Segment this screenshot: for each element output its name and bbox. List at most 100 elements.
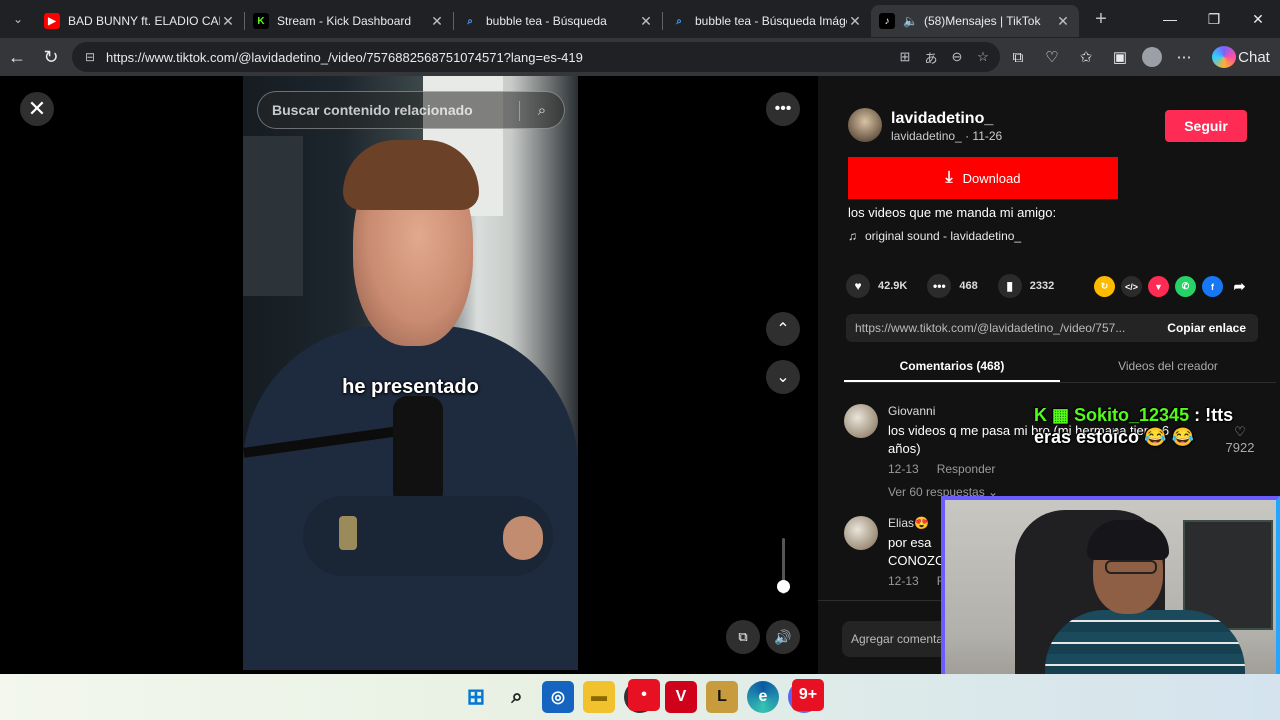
floating-player-button[interactable]: ⧉: [726, 620, 760, 654]
windows-taskbar: ⊞ ⌕ ◎ ▬ ●• V L e ◉9+: [0, 674, 1280, 720]
commenter-name[interactable]: Elias😍: [888, 516, 929, 530]
favorites-icon[interactable]: ✩: [1074, 46, 1098, 68]
tab-bing-search[interactable]: ⌕ bubble tea - Búsqueda ✕: [454, 5, 662, 37]
minimize-icon[interactable]: —: [1148, 0, 1192, 38]
favorite-star-icon[interactable]: ☆: [974, 48, 992, 66]
more-options-button[interactable]: •••: [766, 92, 800, 126]
close-tab-icon[interactable]: ✕: [220, 13, 236, 30]
maximize-icon[interactable]: ❐: [1192, 0, 1236, 38]
browser-essentials-icon[interactable]: ♡: [1040, 46, 1064, 68]
close-tab-icon[interactable]: ✕: [638, 13, 654, 30]
zoom-icon[interactable]: ⊖: [948, 48, 966, 66]
kick-icon: K: [253, 13, 269, 29]
like-button[interactable]: ♥ 42.9K: [846, 274, 907, 298]
reload-button[interactable]: ↻: [34, 40, 68, 74]
extensions-icon[interactable]: ⧉: [1006, 46, 1030, 68]
bookmark-icon: ▮: [997, 274, 1022, 298]
close-tab-icon[interactable]: ✕: [847, 13, 863, 30]
valorant-icon[interactable]: V: [665, 681, 697, 713]
tab-title: (58)Mensajes | TikTok: [923, 14, 1041, 28]
tab-tiktok[interactable]: ♪ 🔈 (58)Mensajes | TikTok ✕: [871, 5, 1079, 37]
windows-start-icon[interactable]: ⊞: [460, 681, 492, 713]
close-video-button[interactable]: ✕: [20, 92, 54, 126]
discord-icon[interactable]: ◉9+: [788, 679, 824, 713]
omnibox-icons: ⊞ あ ⊖ ☆: [896, 48, 992, 66]
like-count: 42.9K: [878, 280, 908, 292]
commenter-avatar[interactable]: [844, 404, 878, 438]
download-button[interactable]: ⤓ Download: [848, 157, 1118, 199]
file-explorer-icon[interactable]: ▬: [583, 681, 615, 713]
comment-count: 468: [959, 280, 978, 292]
video-caption: he presentado: [342, 376, 479, 398]
tab-title: bubble tea - Búsqueda: [486, 14, 607, 28]
copilot-chat-button[interactable]: Chat: [1206, 46, 1272, 68]
next-video-button[interactable]: ⌄: [766, 360, 800, 394]
previous-video-button[interactable]: ⌃: [766, 312, 800, 346]
volume-slider-thumb[interactable]: [777, 579, 790, 593]
commenter-name[interactable]: Giovanni: [888, 404, 935, 418]
bing-search-icon: ⌕: [467, 15, 473, 27]
profile-avatar[interactable]: [1142, 47, 1162, 67]
post-date: 11-26: [972, 129, 1003, 143]
edge-icon[interactable]: e: [747, 681, 779, 713]
reply-button[interactable]: Responder: [937, 462, 996, 476]
app-available-icon[interactable]: ⊞: [896, 48, 914, 66]
back-button[interactable]: ←: [0, 40, 34, 74]
league-of-legends-icon[interactable]: L: [706, 681, 738, 713]
share-arrow-icon[interactable]: ➦: [1229, 276, 1250, 297]
video-description: los videos que me manda mi amigo:: [848, 205, 1057, 220]
video-hand: [503, 516, 543, 560]
tab-youtube[interactable]: ▶ BAD BUNNY ft. ELADIO CARRIÓN ✕: [36, 5, 244, 37]
repost-icon[interactable]: ↻: [1094, 276, 1115, 297]
tab-creator-videos[interactable]: Videos del creador: [1060, 351, 1276, 382]
close-tab-icon[interactable]: ✕: [1055, 13, 1071, 30]
search-icon[interactable]: ⌕: [501, 681, 533, 713]
copy-link-button[interactable]: Copiar enlace: [1155, 321, 1258, 335]
toolbar: ← ↻ ⊟ https://www.tiktok.com/@lavidadeti…: [0, 38, 1280, 76]
video-player[interactable]: he presentado: [243, 76, 578, 670]
save-button[interactable]: ▮ 2332: [997, 274, 1054, 298]
commenter-avatar[interactable]: [844, 516, 878, 550]
new-tab-button[interactable]: +: [1085, 8, 1117, 31]
app-icon[interactable]: ◎: [542, 681, 574, 713]
tab-actions-menu-icon[interactable]: ⌄: [0, 0, 36, 38]
volume-icon[interactable]: 🔊: [766, 620, 800, 654]
embed-code-icon[interactable]: </>: [1121, 276, 1142, 297]
search-icon[interactable]: ⌕: [532, 100, 552, 120]
author-handle: lavidadetino_: [891, 129, 962, 143]
address-bar[interactable]: ⊟ https://www.tiktok.com/@lavidadetino_/…: [72, 42, 1000, 72]
obs-icon[interactable]: ●•: [624, 679, 660, 713]
video-background: [243, 136, 303, 296]
url-text[interactable]: https://www.tiktok.com/@lavidadetino_/vi…: [106, 50, 583, 65]
site-info-icon[interactable]: ⊟: [82, 49, 98, 65]
comment-meta: 12-13 Responder: [888, 462, 995, 476]
speaker-icon[interactable]: 🔈: [903, 14, 918, 28]
tiktok-icon: ♪: [879, 13, 895, 29]
close-tab-icon[interactable]: ✕: [429, 13, 445, 30]
close-window-icon[interactable]: ✕: [1236, 0, 1280, 38]
tab-comments[interactable]: Comentarios (468): [844, 351, 1060, 382]
more-menu-icon[interactable]: ⋯: [1172, 46, 1196, 68]
video-person-hair: [343, 140, 479, 210]
author-name[interactable]: lavidadetino_: [891, 110, 993, 128]
video-link[interactable]: https://www.tiktok.com/@lavidadetino_/vi…: [855, 321, 1155, 335]
tab-bing-images[interactable]: ⌕ bubble tea - Búsqueda Imágenes ✕: [663, 5, 871, 37]
related-search-box[interactable]: ⌕: [257, 91, 565, 129]
comment-button[interactable]: ••• 468: [927, 274, 978, 298]
send-to-friends-icon[interactable]: ▼: [1148, 276, 1169, 297]
collections-icon[interactable]: ▣: [1108, 46, 1132, 68]
search-divider: [519, 101, 520, 121]
translate-icon[interactable]: あ: [922, 48, 940, 66]
follow-button[interactable]: Seguir: [1165, 110, 1247, 142]
tab-kick[interactable]: K Stream - Kick Dashboard ✕: [245, 5, 453, 37]
panel-tabs: Comentarios (468) Videos del creador: [844, 351, 1276, 383]
whatsapp-icon[interactable]: ✆: [1175, 276, 1196, 297]
author-avatar[interactable]: [848, 108, 882, 142]
chat-username: Sokito_12345: [1074, 405, 1190, 425]
related-search-input[interactable]: [272, 102, 512, 118]
sound-link[interactable]: ♫ original sound - lavidadetino_: [848, 229, 1021, 243]
tab-title: BAD BUNNY ft. ELADIO CARRIÓN: [68, 14, 220, 28]
facebook-icon[interactable]: f: [1202, 276, 1223, 297]
comment-text: por esa CONOZC: [888, 535, 945, 568]
notification-badge: •: [628, 679, 660, 711]
